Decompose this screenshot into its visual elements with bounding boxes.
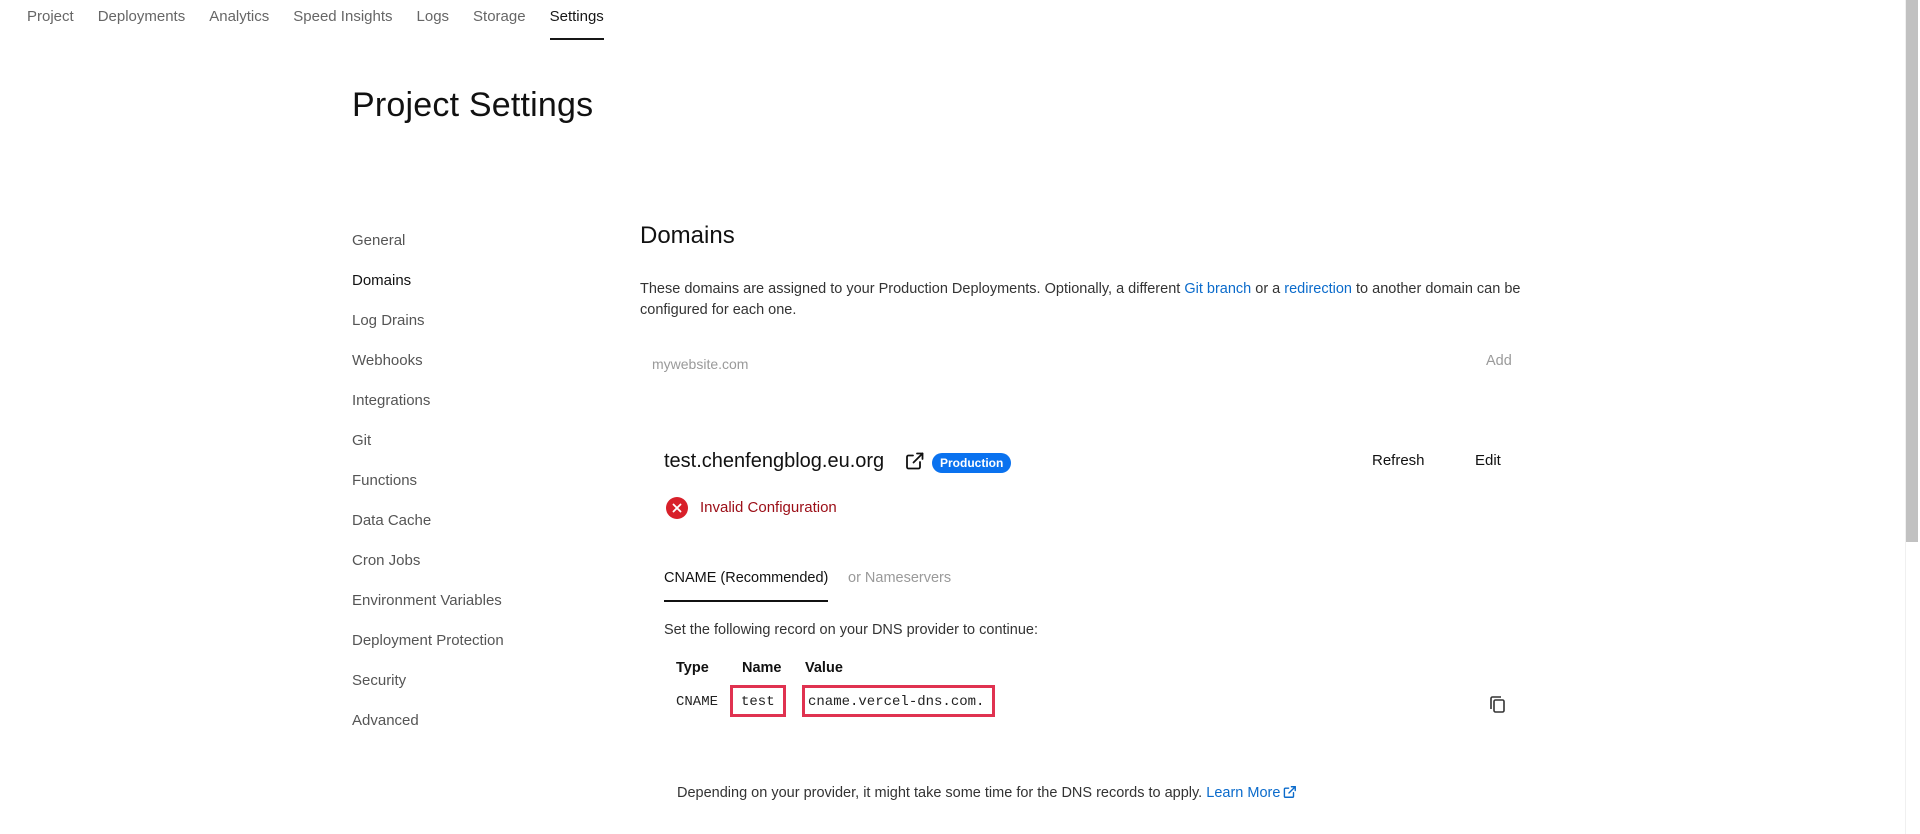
dns-instructions: Set the following record on your DNS pro… [664,622,1038,638]
record-type-value: CNAME [676,694,719,710]
header-type: Type [676,660,709,676]
sidebar-item-data-cache[interactable]: Data Cache [352,512,602,552]
error-x-icon [666,497,688,519]
add-domain-form: Add [640,349,1560,381]
sidebar-item-integrations[interactable]: Integrations [352,392,602,432]
header-name: Name [742,660,782,676]
sidebar-item-webhooks[interactable]: Webhooks [352,352,602,392]
record-type-tabs: CNAME (Recommended) or Nameservers [664,570,1544,602]
sidebar-item-domains[interactable]: Domains [352,272,602,312]
external-link-icon [1283,785,1297,799]
tab-cname[interactable]: CNAME (Recommended) [664,570,829,602]
tab-nameservers[interactable]: or Nameservers [848,570,951,600]
tab-storage[interactable]: Storage [473,0,526,40]
sidebar-item-advanced[interactable]: Advanced [352,712,602,752]
sidebar-item-cron-jobs[interactable]: Cron Jobs [352,552,602,592]
sidebar-item-deployment-protection[interactable]: Deployment Protection [352,632,602,672]
refresh-button[interactable]: Refresh [1372,452,1425,469]
tab-analytics[interactable]: Analytics [209,0,269,40]
record-name-value: test [730,685,786,717]
redirection-link[interactable]: redirection [1284,281,1352,297]
learn-more-label[interactable]: Learn More [1206,785,1280,801]
add-domain-button[interactable]: Add [1486,353,1512,369]
sidebar-item-log-drains[interactable]: Log Drains [352,312,602,352]
record-value-value: cname.vercel-dns.com. [802,685,996,717]
propagation-text: Depending on your provider, it might tak… [677,785,1207,801]
tab-speed-insights[interactable]: Speed Insights [293,0,392,40]
sidebar-item-environment-variables[interactable]: Environment Variables [352,592,602,632]
domains-section: Domains These domains are assigned to yo… [640,222,1560,801]
page-title: Project Settings [352,86,594,124]
propagation-note: Depending on your provider, it might tak… [677,785,1297,801]
sidebar-item-security[interactable]: Security [352,672,602,712]
status-text: Invalid Configuration [700,499,837,516]
tab-settings[interactable]: Settings [549,0,605,40]
domain-name-link[interactable]: test.chenfengblog.eu.org [664,450,884,473]
domain-card: test.chenfengblog.eu.org Production Refr… [664,448,1544,801]
learn-more-link[interactable]: Learn More [1206,785,1297,801]
domain-input[interactable] [648,349,1428,379]
copy-icon[interactable] [1488,694,1508,716]
sidebar-item-git[interactable]: Git [352,432,602,472]
description-text: or a [1251,281,1285,297]
project-tab-bar: Project Deployments Analytics Speed Insi… [0,0,1905,42]
sidebar-item-functions[interactable]: Functions [352,472,602,512]
production-badge: Production [932,453,1012,473]
git-branch-link[interactable]: Git branch [1184,281,1251,297]
tab-project[interactable]: Project [27,0,74,40]
description-text: These domains are assigned to your Produ… [640,281,1185,297]
vertical-scrollbar[interactable] [1905,0,1920,834]
tab-logs[interactable]: Logs [417,0,450,40]
external-link-icon[interactable] [905,451,925,471]
header-value: Value [805,660,843,676]
status-row: Invalid Configuration [664,495,1544,525]
section-title: Domains [640,222,735,249]
tab-deployments[interactable]: Deployments [98,0,186,40]
dns-record-table: Type Name Value CNAME test cname.vercel-… [664,660,1544,750]
domain-header: test.chenfengblog.eu.org Production Refr… [664,448,1544,480]
sidebar-item-general[interactable]: General [352,232,602,272]
settings-sidebar: General Domains Log Drains Webhooks Inte… [352,232,602,752]
edit-button[interactable]: Edit [1475,452,1501,469]
section-description: These domains are assigned to your Produ… [640,279,1560,321]
scrollbar-thumb[interactable] [1906,0,1918,542]
